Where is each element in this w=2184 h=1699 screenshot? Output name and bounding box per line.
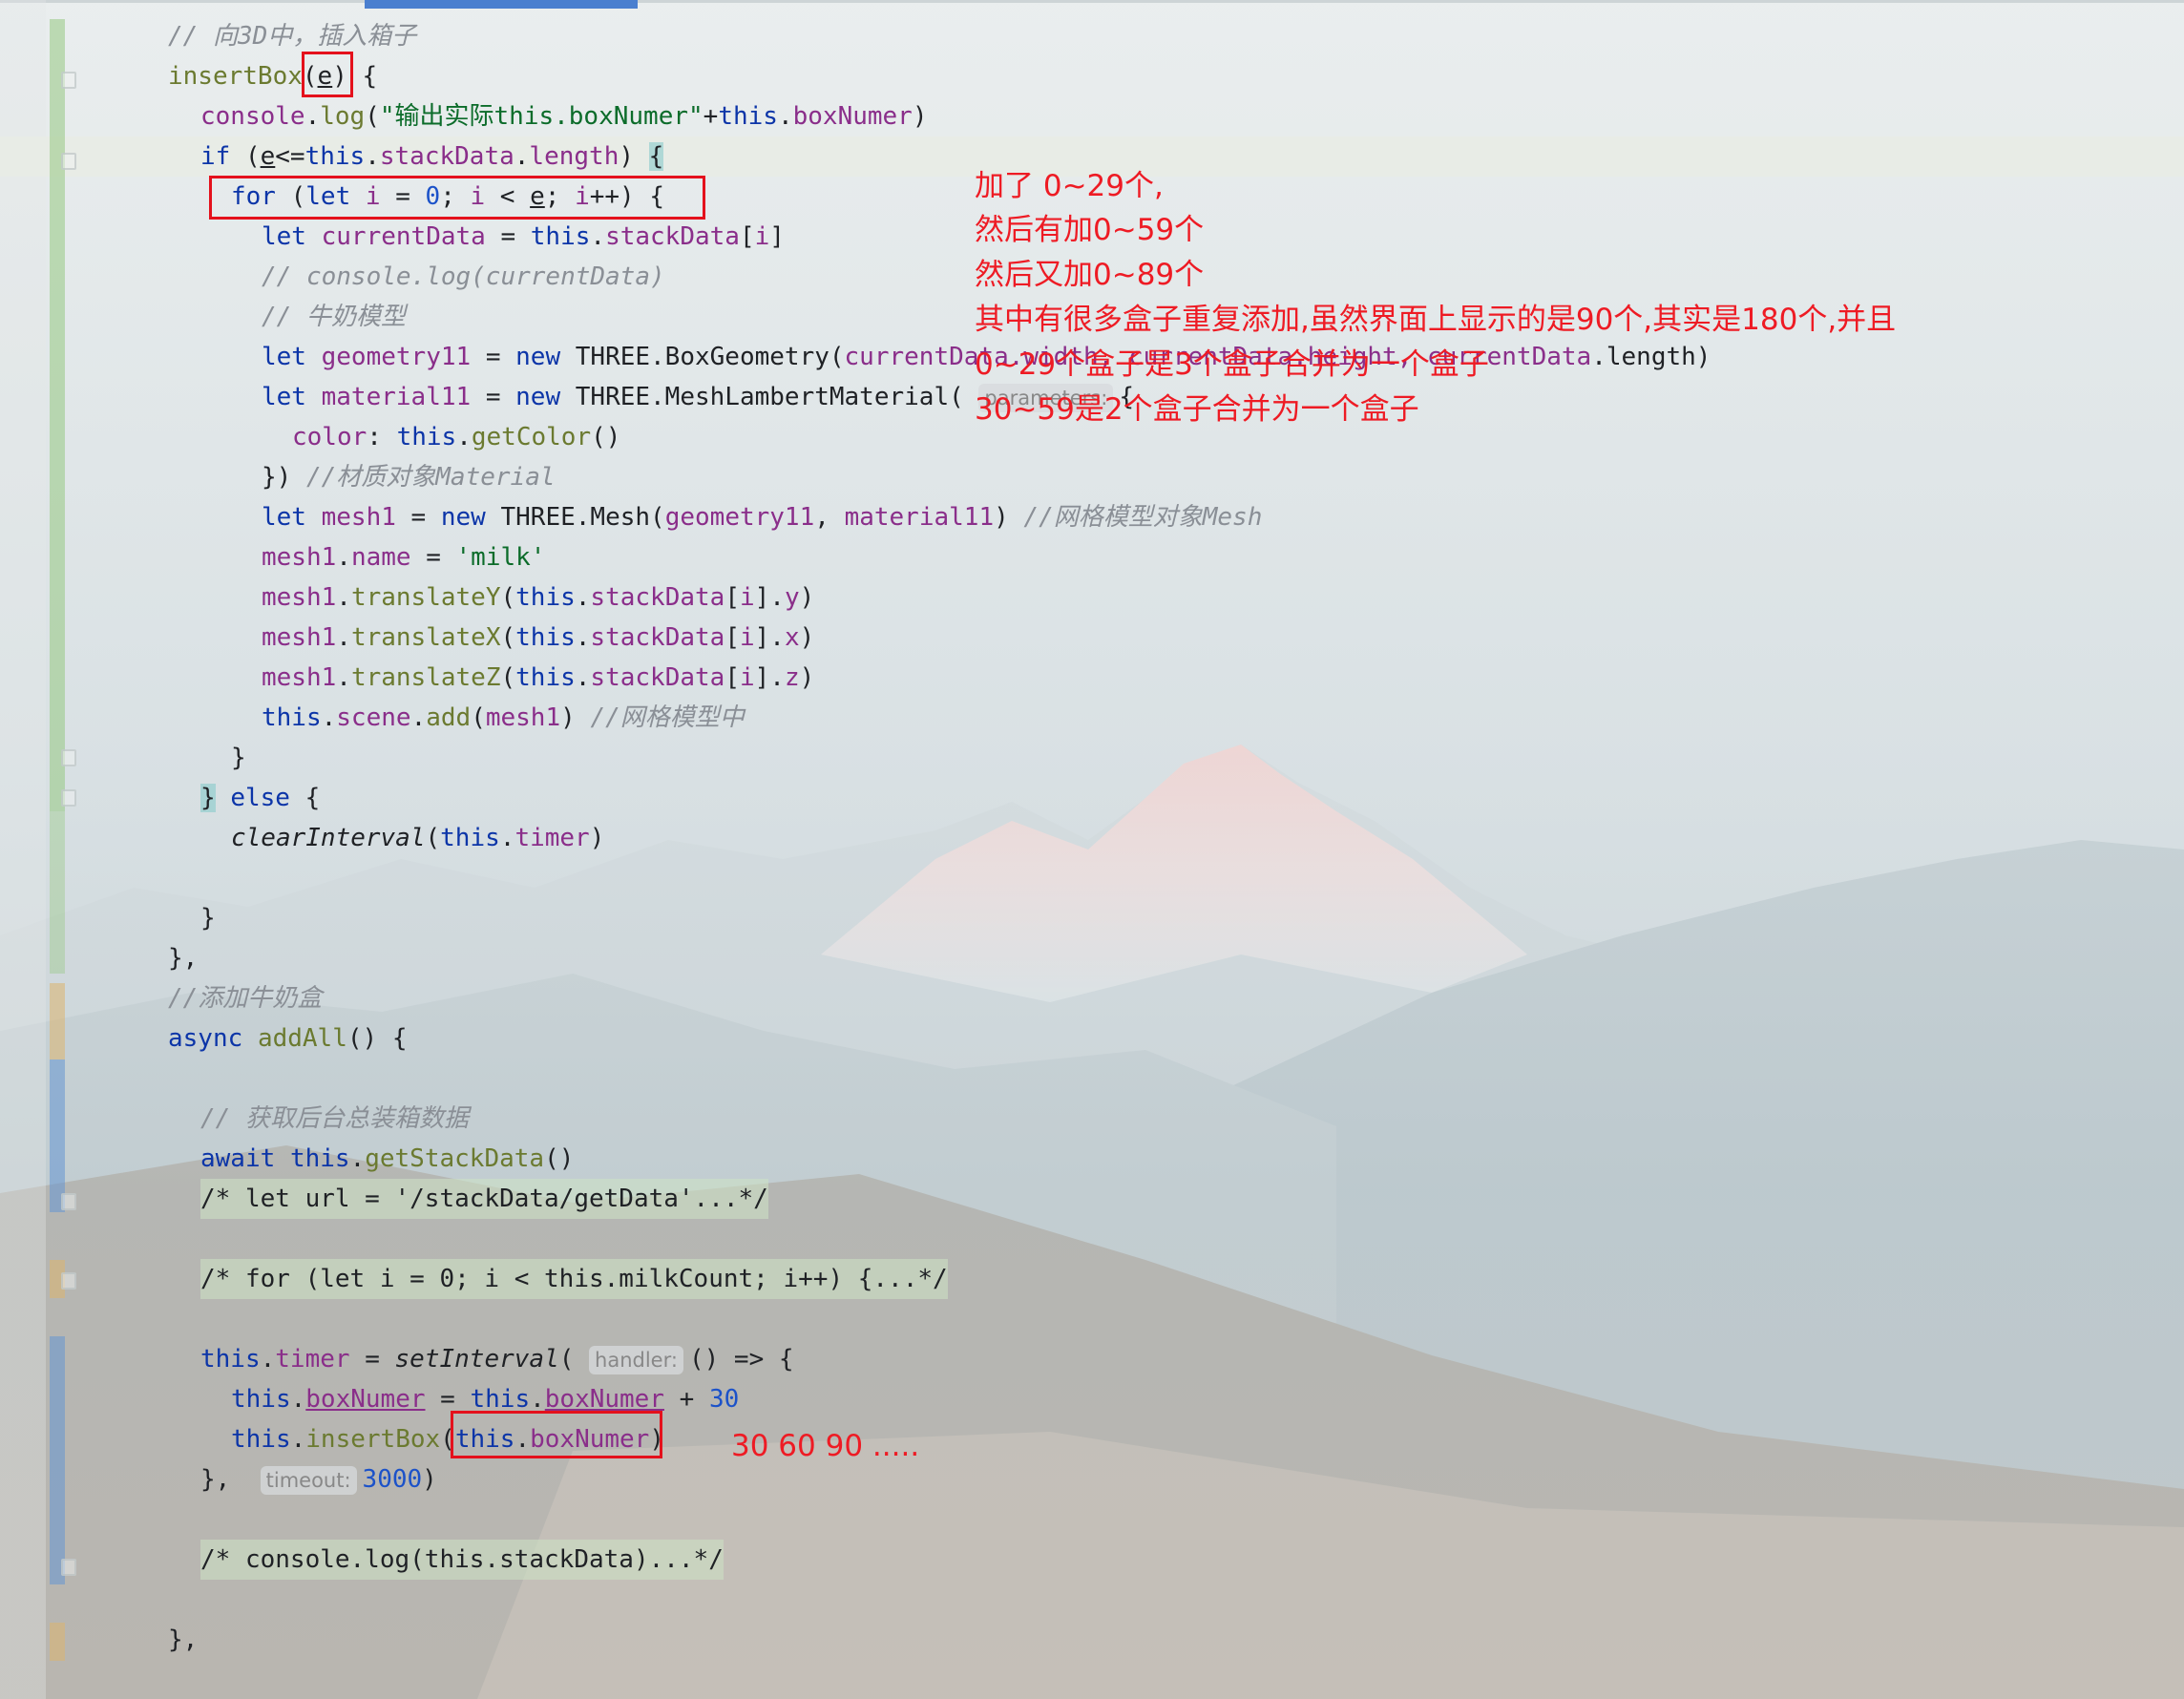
code-line-if: if (e<=this.stackData.length) { bbox=[200, 142, 664, 171]
code-line-comment: //添加牛奶盒 bbox=[168, 984, 323, 1013]
code-line-mesh-name: mesh1.name = 'milk' bbox=[262, 543, 546, 572]
annotation-note: 加了 0~29个, bbox=[975, 169, 1164, 203]
code-line-translate-z: mesh1.translateZ(this.stackData[i].z) bbox=[262, 663, 815, 692]
annotation-box-argument bbox=[451, 1411, 662, 1458]
fold-icon[interactable] bbox=[61, 72, 76, 89]
code-line-close-brace: } bbox=[231, 744, 246, 772]
vcs-change-marker[interactable] bbox=[50, 1623, 65, 1661]
code-line-mesh: let mesh1 = new THREE.Mesh(geometry11, m… bbox=[262, 503, 1263, 532]
vcs-change-marker[interactable] bbox=[50, 983, 65, 1059]
code-folded-block[interactable]: /* let url = '/stackData/getData'...*/ bbox=[200, 1179, 768, 1219]
code-line-set-interval: this.timer = setInterval( handler:() => … bbox=[200, 1345, 794, 1374]
code-line-scene-add: this.scene.add(mesh1) //网格模型中 bbox=[262, 703, 745, 732]
fold-icon[interactable] bbox=[61, 1193, 76, 1210]
code-line-close-brace: } bbox=[200, 904, 216, 933]
code-folded-block[interactable]: /* console.log(this.stackData)...*/ bbox=[200, 1540, 724, 1580]
code-line-comment: // 获取后台总装箱数据 bbox=[200, 1104, 469, 1133]
code-line-console-log: console.log("输出实际this.boxNumer"+this.box… bbox=[200, 102, 928, 131]
annotation-sequence-note: 30 60 90 ..... bbox=[731, 1429, 920, 1463]
vcs-change-marker[interactable] bbox=[50, 19, 65, 811]
code-folded-block[interactable]: /* for (let i = 0; i < this.milkCount; i… bbox=[200, 1259, 948, 1299]
fold-icon[interactable] bbox=[61, 789, 76, 807]
code-line-current-data: let currentData = this.stackData[i] bbox=[262, 222, 785, 251]
code-line-translate-y: mesh1.translateY(this.stackData[i].y) bbox=[262, 583, 815, 612]
code-line-comment: // 牛奶模型 bbox=[262, 303, 406, 331]
editor-top-border bbox=[0, 0, 2184, 3]
annotation-box-for-loop bbox=[209, 176, 705, 220]
code-line-comment: // console.log(currentData) bbox=[262, 262, 665, 291]
code-line-clear-interval: clearInterval(this.timer) bbox=[231, 824, 605, 852]
vcs-change-marker[interactable] bbox=[50, 1336, 65, 1584]
annotation-note: 其中有很多盒子重复添加,虽然界面上显示的是90个,其实是180个,并且 bbox=[975, 303, 1897, 337]
fold-icon[interactable] bbox=[61, 1272, 76, 1290]
code-line-close-method: }, bbox=[168, 1626, 199, 1654]
code-line-material-close: }) //材质对象Material bbox=[262, 463, 556, 492]
code-line-comment: // 向3D中，插入箱子 bbox=[168, 22, 417, 51]
annotation-box-param bbox=[302, 52, 353, 97]
line-number-gutter bbox=[0, 0, 46, 1699]
code-line-color: color: this.getColor() bbox=[292, 423, 621, 451]
annotation-note: 然后有加0~59个 bbox=[975, 213, 1205, 247]
annotation-note: 30~59是2个盒子合并为一个盒子 bbox=[975, 392, 1419, 427]
annotation-note: 然后又加0~89个 bbox=[975, 258, 1205, 292]
code-line-timeout: }, timeout: 3000) bbox=[200, 1465, 437, 1495]
code-line-await: await this.getStackData() bbox=[200, 1144, 575, 1173]
code-line-close-method: }, bbox=[168, 944, 199, 973]
fold-icon[interactable] bbox=[61, 749, 76, 766]
active-tab-indicator[interactable] bbox=[365, 0, 638, 9]
code-line-else: } else { bbox=[200, 784, 321, 812]
code-line-translate-x: mesh1.translateX(this.stackData[i].x) bbox=[262, 623, 815, 652]
fold-icon[interactable] bbox=[61, 1559, 76, 1576]
annotation-note: 0~29个盒子是3个盒子合并为一个盒子 bbox=[975, 347, 1489, 382]
vcs-change-marker[interactable] bbox=[50, 1059, 65, 1212]
fold-icon[interactable] bbox=[61, 153, 76, 170]
vcs-change-marker[interactable] bbox=[50, 811, 65, 974]
code-line-addall: async addAll() { bbox=[168, 1024, 408, 1053]
